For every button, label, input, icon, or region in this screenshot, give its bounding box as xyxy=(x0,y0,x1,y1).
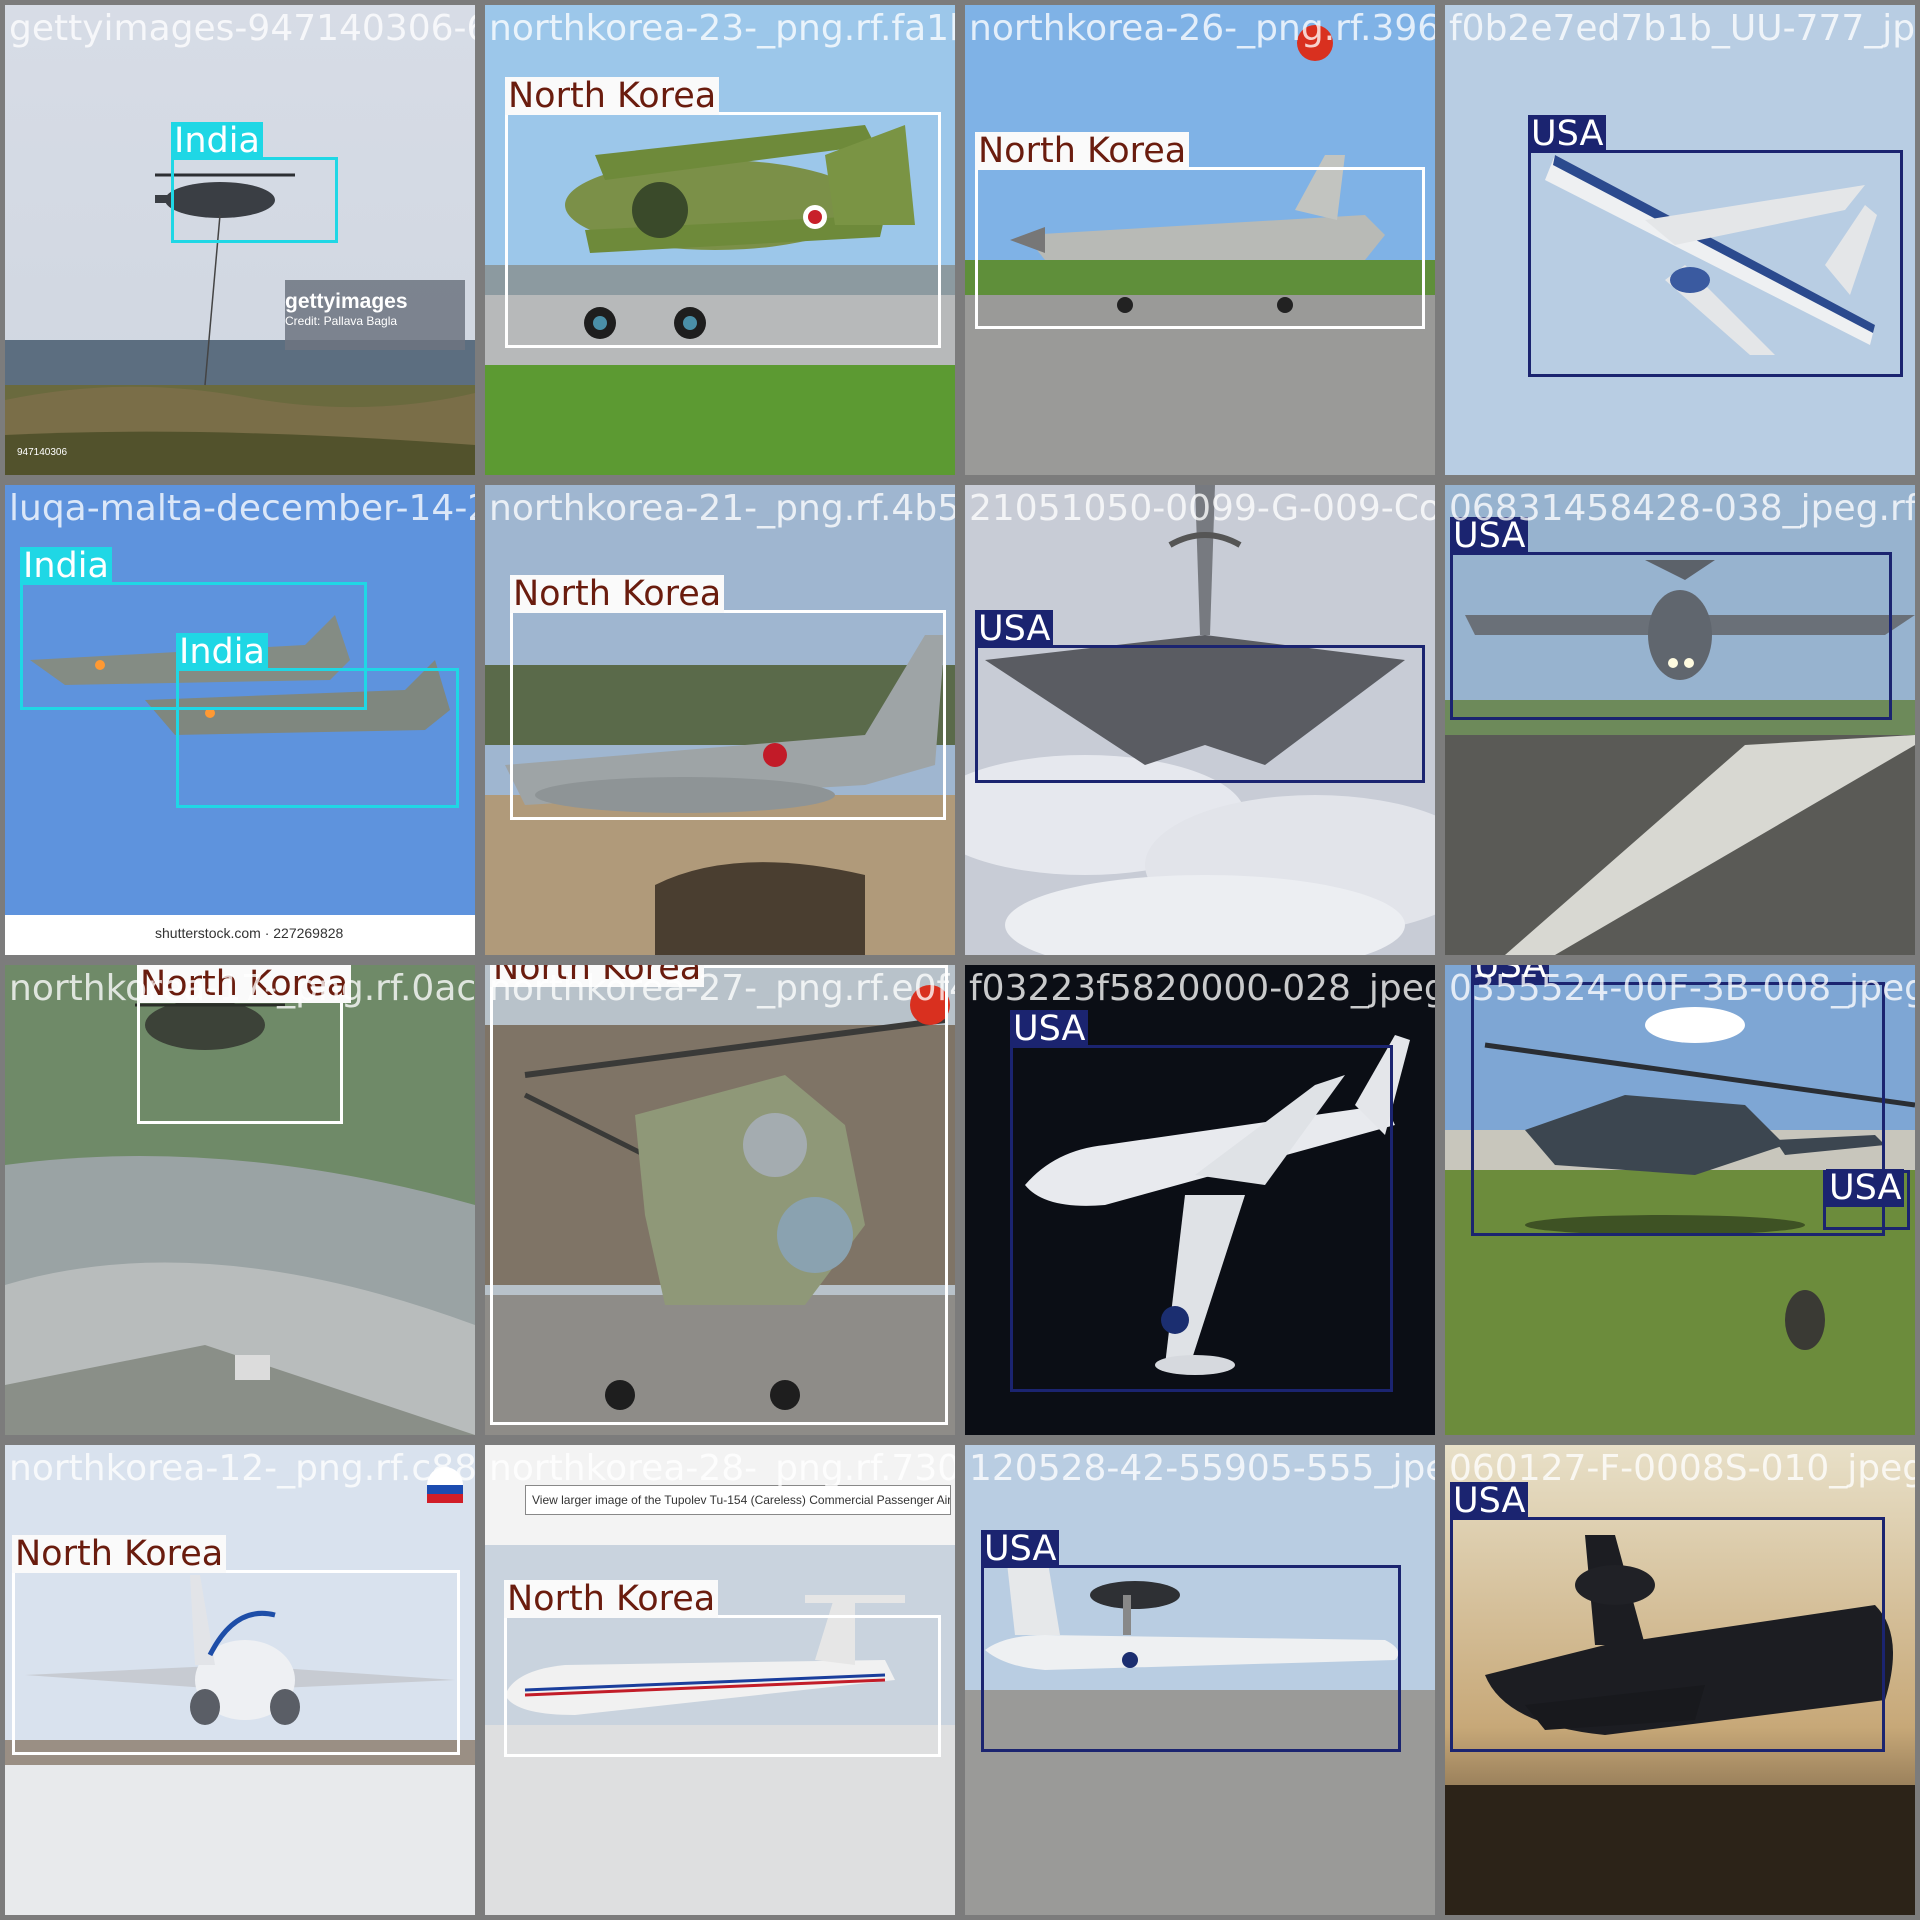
detection-box: North Korea xyxy=(505,77,941,348)
detection-box: North Korea xyxy=(975,132,1425,329)
image-tile: North Korea northkorea-23-_png.rf.fa1b78… xyxy=(480,0,960,480)
detection-label: India xyxy=(176,633,268,671)
detection-label: USA xyxy=(981,1530,1060,1568)
image-tile: USA 060127-F-0008S-010_jpeg.rf xyxy=(1440,1440,1920,1920)
image-tile: North Korea northkorea-12-_png.rf.c884ab… xyxy=(0,1440,480,1920)
detection-label: India xyxy=(20,547,112,585)
image-tile: USA f0b2e7ed7b1b_UU-777_jpeg.rf xyxy=(1440,0,1920,480)
detection-box: North Korea xyxy=(137,965,352,1124)
detection-label: USA xyxy=(1528,115,1607,153)
image-tile: View larger image of the Tupolev Tu-154 … xyxy=(480,1440,960,1920)
detection-label: USA xyxy=(1471,965,1550,985)
detection-label: North Korea xyxy=(12,1535,227,1573)
detection-box: USA xyxy=(981,1530,1401,1752)
detection-box: North Korea xyxy=(490,965,948,1425)
watermark-id: 947140306 xyxy=(17,447,68,458)
image-tile: North Korea northkorea-21-_png.rf.4b5a26… xyxy=(480,480,960,960)
image-tile: USA 21051050-0099-G-009-Copy_jpeg.rf xyxy=(960,480,1440,960)
image-tile: USA f03223f5820000-028_jpeg.rf xyxy=(960,960,1440,1440)
detection-mosaic: gettyimages Credit: Pallava Bagla 947140… xyxy=(0,0,1920,1920)
detection-label: North Korea xyxy=(510,575,725,613)
detection-box: USA xyxy=(1528,115,1903,377)
detection-label: USA xyxy=(1826,1169,1905,1207)
detection-label: USA xyxy=(1450,1482,1529,1520)
detection-box: USA xyxy=(1450,1482,1885,1752)
image-tile: shutterstock.com · 227269828 India India… xyxy=(0,480,480,960)
detection-label: USA xyxy=(1450,517,1529,555)
image-tile: USA 06831458428-038_jpeg.rf xyxy=(1440,480,1920,960)
watermark-brand: gettyimages xyxy=(285,290,408,313)
watermark-credit: Credit: Pallava Bagla xyxy=(285,314,398,328)
detection-label: North Korea xyxy=(490,965,705,987)
image-caption-text: View larger image of the Tupolev Tu-154 … xyxy=(532,1493,951,1507)
detection-label: North Korea xyxy=(137,965,352,1003)
detection-box: North Korea xyxy=(510,575,946,820)
detection-box: India xyxy=(176,633,459,808)
detection-box: North Korea xyxy=(504,1580,941,1757)
detection-label: USA xyxy=(975,610,1054,648)
image-tile: USA 120528-42-55905-555_jpeg.rf xyxy=(960,1440,1440,1920)
detection-box: India xyxy=(171,122,338,243)
detection-label: North Korea xyxy=(504,1580,719,1618)
detection-label: USA xyxy=(1010,1010,1089,1048)
detection-box: USA xyxy=(975,610,1425,783)
image-tile: North Korea northkorea-27-_png.rf.e0f4f2… xyxy=(480,960,960,1440)
detection-label: North Korea xyxy=(975,132,1190,170)
detection-label: India xyxy=(171,122,263,160)
image-tile: North Korea northkorea-17-_png.rf.0ac940… xyxy=(0,960,480,1440)
detection-box: USA xyxy=(1450,517,1892,720)
detection-label: North Korea xyxy=(505,77,720,115)
image-caption-box: View larger image of the Tupolev Tu-154 … xyxy=(525,1485,951,1515)
image-tile: USA USA 0355524-00F-3B-008_jpeg.rf xyxy=(1440,960,1920,1440)
image-tile: gettyimages Credit: Pallava Bagla 947140… xyxy=(0,0,480,480)
shutterstock-caption: shutterstock.com · 227269828 xyxy=(155,925,344,941)
detection-box: North Korea xyxy=(12,1535,460,1755)
detection-box: USA xyxy=(1823,1169,1910,1230)
detection-box: USA xyxy=(1010,1010,1393,1392)
gettyimages-watermark: gettyimages Credit: Pallava Bagla xyxy=(285,290,408,328)
image-tile: North Korea northkorea-26-_png.rf.396983… xyxy=(960,0,1440,480)
